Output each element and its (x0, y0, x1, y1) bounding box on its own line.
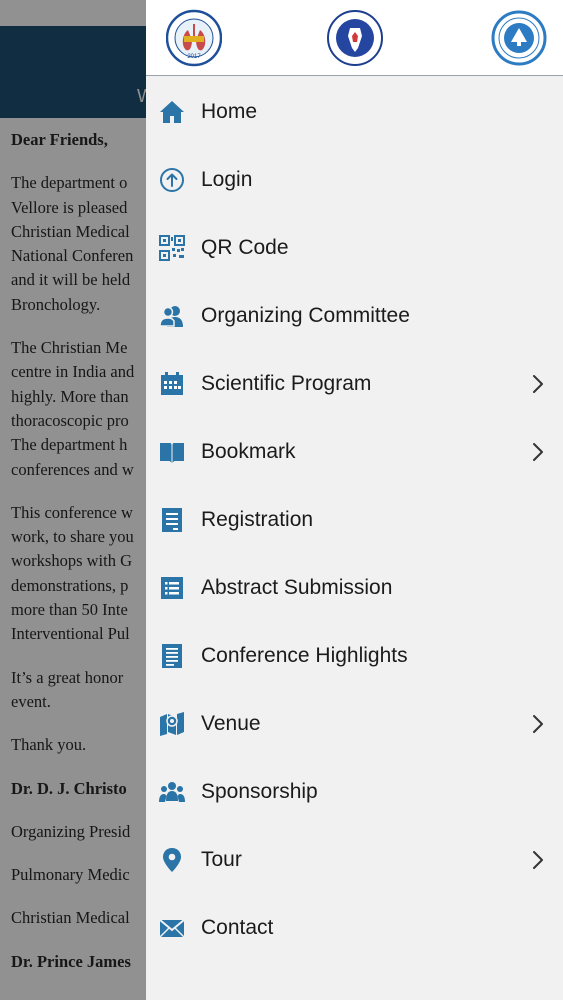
conference-2017-logo: 2017 (166, 9, 222, 67)
menu-item-scientific-program[interactable]: Scientific Program (146, 349, 563, 417)
form-icon (159, 507, 185, 533)
qr-code-icon (159, 235, 185, 261)
map-pin-icon (159, 711, 185, 737)
indian-association-bronchology-logo (327, 10, 383, 66)
menu-item-contact[interactable]: Contact (146, 893, 563, 961)
chevron-right-icon (531, 441, 545, 463)
login-icon (159, 167, 185, 193)
mail-icon (159, 915, 185, 941)
users-icon (159, 303, 185, 329)
menu-item-label: Scientific Program (201, 372, 372, 395)
menu-item-home[interactable]: Home (146, 77, 563, 145)
menu-item-label: Sponsorship (201, 780, 318, 803)
menu-item-organizing-committee[interactable]: Organizing Committee (146, 281, 563, 349)
menu-item-label: QR Code (201, 236, 289, 259)
menu-item-label: Bookmark (201, 440, 296, 463)
document-icon (159, 643, 185, 669)
menu-item-label: Contact (201, 916, 274, 939)
menu-item-conference-highlights[interactable]: Conference Highlights (146, 621, 563, 689)
book-icon (159, 439, 185, 465)
menu-item-label: Home (201, 100, 258, 123)
menu-item-label: Organizing Committee (201, 304, 410, 327)
menu-item-tour[interactable]: Tour (146, 825, 563, 893)
menu-item-qr-code[interactable]: QR Code (146, 213, 563, 281)
menu-item-label: Login (201, 168, 253, 191)
menu-item-bookmark[interactable]: Bookmark (146, 417, 563, 485)
menu-item-label: Registration (201, 508, 314, 531)
location-icon (159, 847, 185, 873)
home-icon (159, 99, 185, 125)
menu-item-label: Tour (201, 848, 242, 871)
menu-item-login[interactable]: Login (146, 145, 563, 213)
list-icon (159, 575, 185, 601)
drawer-logo-bar: 2017 (146, 0, 563, 76)
menu-item-abstract-submission[interactable]: Abstract Submission (146, 553, 563, 621)
menu-item-label: Abstract Submission (201, 576, 393, 599)
menu-item-label: Conference Highlights (201, 644, 408, 667)
menu-item-venue[interactable]: Venue (146, 689, 563, 757)
navigation-drawer: 2017 Home Login QR Code Organizing Committe… (146, 0, 563, 1000)
svg-text:2017: 2017 (187, 54, 201, 60)
christian-medical-college-logo (491, 10, 547, 66)
menu-item-registration[interactable]: Registration (146, 485, 563, 553)
menu-item-label: Venue (201, 712, 261, 735)
menu-item-sponsorship[interactable]: Sponsorship (146, 757, 563, 825)
calendar-icon (159, 371, 185, 397)
group-icon (159, 779, 185, 805)
chevron-right-icon (531, 713, 545, 735)
drawer-menu: Home Login QR Code Organizing Committee Scie… (146, 77, 563, 961)
chevron-right-icon (531, 373, 545, 395)
chevron-right-icon (531, 849, 545, 871)
